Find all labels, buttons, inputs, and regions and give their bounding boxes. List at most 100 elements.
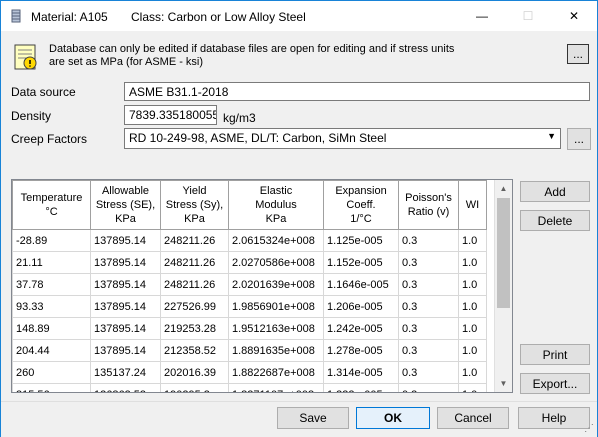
- column-header-yield-stress[interactable]: Yield Stress (Sy), KPa: [160, 180, 229, 230]
- ok-button[interactable]: OK: [356, 407, 430, 429]
- table-cell[interactable]: 1.242e-005: [323, 317, 399, 340]
- column-header-temperature[interactable]: Temperature °C: [12, 180, 91, 230]
- table-cell[interactable]: 1.152e-005: [323, 251, 399, 274]
- scroll-up-icon[interactable]: ▲: [495, 180, 512, 197]
- table-row[interactable]: 21.11 137895.14 248211.26 2.0270586e+008 1.1…: [12, 251, 487, 274]
- table-cell[interactable]: 1.1646e-005: [323, 273, 399, 296]
- resize-grip-icon[interactable]: ⋰: [584, 423, 594, 434]
- titlebar: Material: A105 Class: Carbon or Low Allo…: [1, 1, 597, 31]
- table-cell[interactable]: 1.0: [458, 295, 487, 318]
- table-cell[interactable]: 0.3: [398, 295, 459, 318]
- scrollbar-thumb[interactable]: [497, 198, 510, 308]
- column-header-wl[interactable]: WI: [458, 180, 487, 230]
- table-cell[interactable]: 1.0: [458, 251, 487, 274]
- table-cell[interactable]: 190295.3: [160, 383, 229, 392]
- table-cell[interactable]: 227526.99: [160, 295, 229, 318]
- table-row[interactable]: 315.56126863.53190295.31.8271107e+0081.3…: [12, 383, 487, 392]
- table-cell[interactable]: 0.3: [398, 339, 459, 362]
- delete-button[interactable]: Delete: [520, 210, 590, 231]
- column-header-expansion-coeff[interactable]: Expansion Coeff. 1/°C: [323, 180, 399, 230]
- table-cell[interactable]: 2.0615324e+008: [228, 229, 324, 252]
- add-button[interactable]: Add: [520, 181, 590, 202]
- export-button[interactable]: Export...: [520, 373, 590, 394]
- table-cell[interactable]: 137895.14: [90, 295, 161, 318]
- table-row[interactable]: 148.89 137895.14 219253.28 1.9512163e+008 1.…: [12, 317, 487, 340]
- table-cell[interactable]: 126863.53: [90, 383, 161, 392]
- table-cell[interactable]: 1.125e-005: [323, 229, 399, 252]
- table-cell[interactable]: 1.0: [458, 317, 487, 340]
- table-cell[interactable]: 137895.14: [90, 317, 161, 340]
- table-cell[interactable]: 2.0201639e+008: [228, 273, 324, 296]
- table-cell[interactable]: 0.3: [398, 383, 459, 392]
- table-cell[interactable]: 0.3: [398, 273, 459, 296]
- table-cell[interactable]: 1.206e-005: [323, 295, 399, 318]
- table-cell[interactable]: 37.78: [12, 273, 91, 296]
- table-row[interactable]: 260 135137.24 202016.39 1.8822687e+008 1.314…: [12, 361, 487, 384]
- table-row[interactable]: 93.33 137895.14 227526.99 1.9856901e+008 1.2…: [12, 295, 487, 318]
- data-source-label: Data source: [11, 85, 76, 99]
- table-cell[interactable]: 1.0: [458, 273, 487, 296]
- table-cell[interactable]: 219253.28: [160, 317, 229, 340]
- data-source-field[interactable]: ASME B31.1-2018: [124, 82, 590, 101]
- print-button[interactable]: Print: [520, 344, 590, 365]
- table-cell[interactable]: 137895.14: [90, 251, 161, 274]
- creep-factors-ellipsis-button[interactable]: ...: [567, 128, 591, 150]
- table-cell[interactable]: 1.278e-005: [323, 339, 399, 362]
- table-cell[interactable]: 0.3: [398, 361, 459, 384]
- table-cell[interactable]: 248211.26: [160, 273, 229, 296]
- properties-table: Temperature °C Allowable Stress (SE), KP…: [12, 180, 487, 392]
- save-button[interactable]: Save: [277, 407, 349, 429]
- table-cell[interactable]: 137895.14: [90, 339, 161, 362]
- table-cell[interactable]: 137895.14: [90, 229, 161, 252]
- column-header-allowable-stress[interactable]: Allowable Stress (SE), KPa: [90, 180, 161, 230]
- column-header-elastic-modulus[interactable]: Elastic Modulus KPa: [228, 180, 324, 230]
- help-button[interactable]: Help: [518, 407, 590, 429]
- table-cell[interactable]: -28.89: [12, 229, 91, 252]
- table-cell[interactable]: 260: [12, 361, 91, 384]
- close-button[interactable]: ✕: [551, 1, 597, 31]
- table-cell[interactable]: 2.0270586e+008: [228, 251, 324, 274]
- table-cell[interactable]: 148.89: [12, 317, 91, 340]
- density-field[interactable]: 7839.3351800554: [124, 105, 217, 125]
- table-cell[interactable]: 1.8271107e+008: [228, 383, 324, 392]
- maximize-button[interactable]: ☐: [505, 1, 551, 31]
- table-cell[interactable]: 1.9856901e+008: [228, 295, 324, 318]
- cancel-button[interactable]: Cancel: [437, 407, 509, 429]
- window-title-material: Material: A105: [31, 10, 108, 24]
- scroll-down-icon[interactable]: ▼: [495, 375, 512, 392]
- table-cell[interactable]: 1.8822687e+008: [228, 361, 324, 384]
- table-cell[interactable]: 137895.14: [90, 273, 161, 296]
- density-unit: kg/m3: [223, 111, 256, 125]
- column-header-poissons-ratio[interactable]: Poisson's Ratio (v): [398, 180, 459, 230]
- table-cell[interactable]: 0.3: [398, 251, 459, 274]
- creep-factors-select[interactable]: RD 10-249-98, ASME, DL/T: Carbon, SiMn S…: [124, 128, 561, 149]
- table-row[interactable]: 37.78 137895.14 248211.26 2.0201639e+008 1.1…: [12, 273, 487, 296]
- note-icon: [13, 43, 39, 71]
- table-row[interactable]: 204.44 137895.14 212358.52 1.8891635e+008 1.…: [12, 339, 487, 362]
- table-cell[interactable]: 1.9512163e+008: [228, 317, 324, 340]
- table-cell[interactable]: 21.11: [12, 251, 91, 274]
- table-cell[interactable]: 1.0: [458, 339, 487, 362]
- table-cell[interactable]: 248211.26: [160, 251, 229, 274]
- creep-factors-value: RD 10-249-98, ASME, DL/T: Carbon, SiMn S…: [129, 131, 387, 145]
- table-cell[interactable]: 204.44: [12, 339, 91, 362]
- minimize-button[interactable]: —: [459, 1, 505, 31]
- notice-ellipsis-button[interactable]: ...: [567, 44, 589, 64]
- table-cell[interactable]: 212358.52: [160, 339, 229, 362]
- table-cell[interactable]: 1.314e-005: [323, 361, 399, 384]
- table-cell[interactable]: 135137.24: [90, 361, 161, 384]
- table-cell[interactable]: 0.3: [398, 229, 459, 252]
- table-cell[interactable]: 1.0: [458, 383, 487, 392]
- chevron-down-icon[interactable]: ▼: [547, 131, 556, 141]
- table-cell[interactable]: 1.0: [458, 229, 487, 252]
- table-cell[interactable]: 248211.26: [160, 229, 229, 252]
- table-cell[interactable]: 202016.39: [160, 361, 229, 384]
- table-cell[interactable]: 1.332e-005: [323, 383, 399, 392]
- vertical-scrollbar[interactable]: ▲ ▼: [494, 180, 512, 392]
- table-cell[interactable]: 1.0: [458, 361, 487, 384]
- table-cell[interactable]: 0.3: [398, 317, 459, 340]
- table-cell[interactable]: 93.33: [12, 295, 91, 318]
- table-cell[interactable]: 315.56: [12, 383, 91, 392]
- table-cell[interactable]: 1.8891635e+008: [228, 339, 324, 362]
- table-row[interactable]: -28.89 137895.14 248211.26 2.0615324e+008 1.…: [12, 229, 487, 252]
